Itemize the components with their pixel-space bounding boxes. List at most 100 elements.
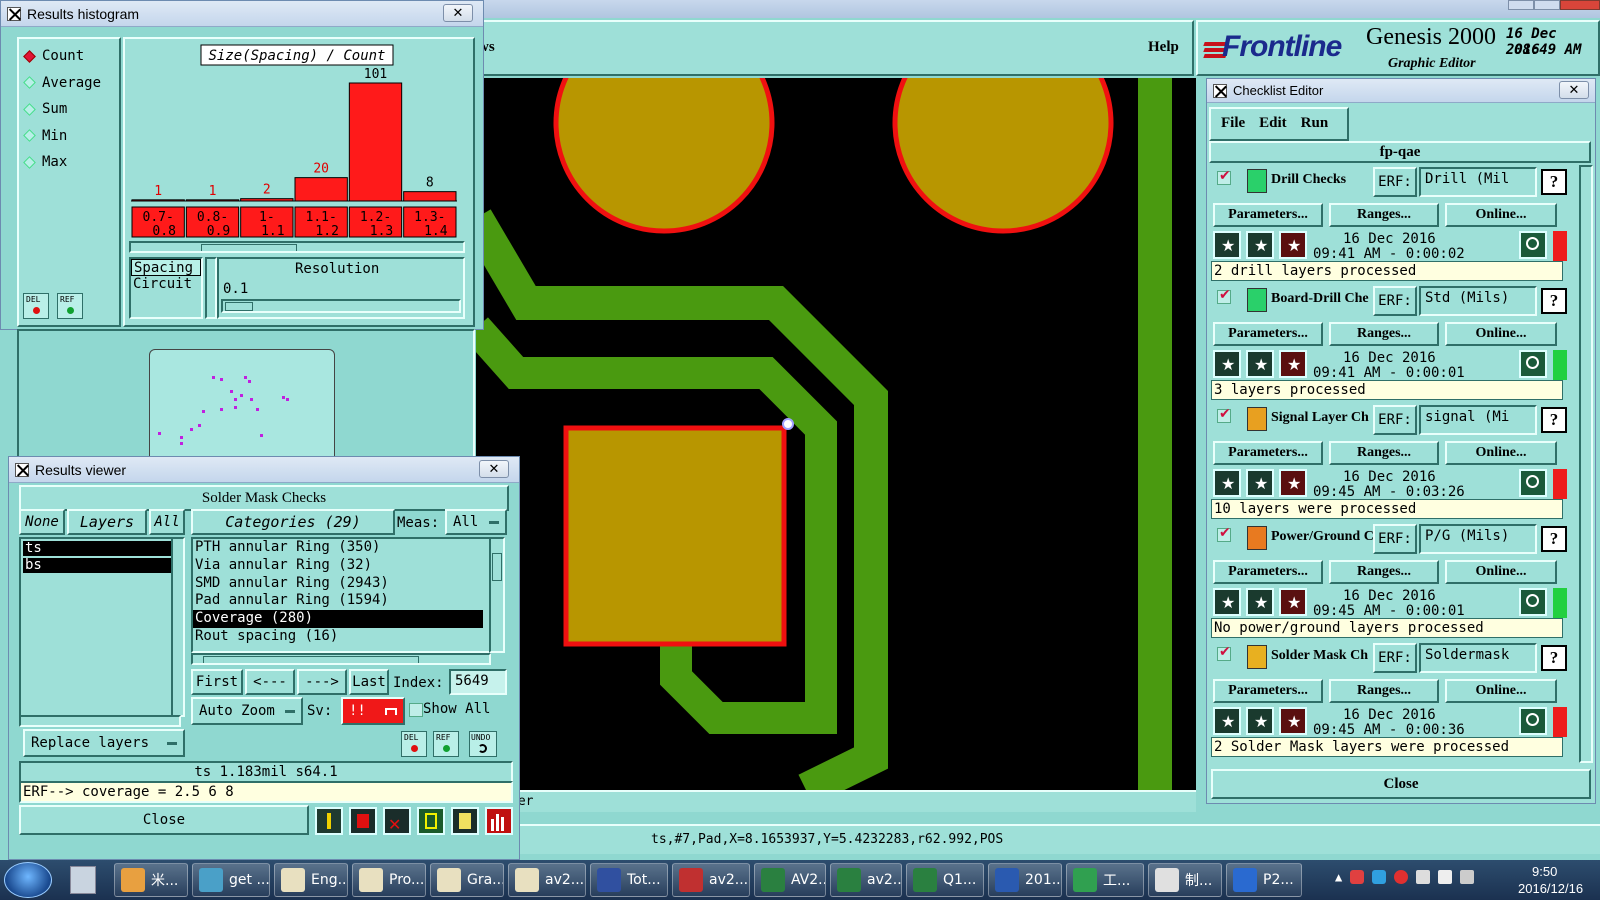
taskbar-button[interactable]: Gra... xyxy=(430,863,504,897)
graphic-canvas[interactable] xyxy=(476,78,1196,790)
attribute-item[interactable]: Circuit xyxy=(131,276,201,293)
check-help-button[interactable]: ? xyxy=(1541,288,1567,314)
menu-help[interactable]: Help xyxy=(1148,39,1179,56)
category-item[interactable]: Via annular Ring (32) xyxy=(193,557,483,575)
check-results-zoom-icon[interactable] xyxy=(1519,231,1547,259)
mode-option-sum[interactable]: Sum xyxy=(23,96,101,123)
check-ranges-button[interactable]: Ranges... xyxy=(1329,322,1439,346)
check-run-icon[interactable]: ★ xyxy=(1213,469,1241,497)
tray-volume-icon[interactable] xyxy=(1460,870,1475,884)
resolution-slider[interactable] xyxy=(221,299,461,313)
check-results-zoom-icon[interactable] xyxy=(1519,350,1547,378)
taskbar-button[interactable]: 201... xyxy=(988,863,1062,897)
taskbar-button[interactable]: 米... xyxy=(114,863,188,897)
check-stop-icon[interactable]: ★ xyxy=(1279,231,1307,259)
taskbar-button[interactable]: Tot... xyxy=(590,863,668,897)
mini-map[interactable] xyxy=(17,329,475,461)
check-enable-checkbox[interactable] xyxy=(1217,168,1231,185)
checklist-close-button[interactable]: Close xyxy=(1211,769,1591,799)
taskbar-button[interactable]: 工... xyxy=(1066,863,1144,897)
graph-tool-icon-1[interactable] xyxy=(315,807,343,835)
checklist-menu-file[interactable]: File xyxy=(1221,115,1245,132)
check-run-icon[interactable]: ★ xyxy=(1213,707,1241,735)
layer-item[interactable]: ts xyxy=(23,541,173,556)
calculator-pinned-icon[interactable] xyxy=(70,866,96,894)
viewer-undo-button[interactable]: UNDO xyxy=(469,731,497,757)
window-min-button[interactable] xyxy=(1508,0,1534,10)
category-item[interactable]: SMD annular Ring (2943) xyxy=(193,575,483,593)
taskbar-button[interactable]: Eng... xyxy=(274,863,348,897)
check-stop-icon[interactable]: ★ xyxy=(1279,707,1307,735)
check-online-button[interactable]: Online... xyxy=(1445,560,1557,584)
mode-option-average[interactable]: Average xyxy=(23,70,101,97)
taskbar-button[interactable]: Pro... xyxy=(352,863,426,897)
viewer-ref-button[interactable]: REF xyxy=(433,731,459,757)
check-run-icon[interactable]: ★ xyxy=(1213,350,1241,378)
erf-value[interactable]: Soldermask xyxy=(1419,643,1537,673)
check-name[interactable]: Power/Ground C xyxy=(1271,529,1377,545)
check-name[interactable]: Solder Mask Ch xyxy=(1271,648,1377,664)
histogram-bar[interactable] xyxy=(403,191,457,202)
tray-app-icon-1[interactable] xyxy=(1350,870,1365,884)
category-item[interactable]: Pad annular Ring (1594) xyxy=(193,592,483,610)
nav-next-button[interactable]: ---> xyxy=(297,669,347,695)
check-run-icon[interactable]: ★ xyxy=(1213,588,1241,616)
check-enable-checkbox[interactable] xyxy=(1217,406,1231,423)
category-list-vscroll[interactable] xyxy=(489,537,505,653)
attribute-list-scrollbar[interactable] xyxy=(205,257,217,319)
viewer-close-x-button[interactable]: ✕ xyxy=(479,460,509,478)
tray-flag-icon[interactable] xyxy=(1438,870,1453,884)
mode-option-min[interactable]: Min xyxy=(23,123,101,150)
viewer-del-button[interactable]: DEL xyxy=(401,731,427,757)
category-list[interactable]: PTH annular Ring (350) Via annular Ring (… xyxy=(191,537,491,653)
check-help-button[interactable]: ? xyxy=(1541,169,1567,195)
check-online-button[interactable]: Online... xyxy=(1445,441,1557,465)
layers-all-button[interactable]: All xyxy=(149,509,185,535)
index-input[interactable]: 5649 xyxy=(449,669,507,695)
tray-network-icon[interactable] xyxy=(1416,870,1431,884)
graph-tool-icon-2[interactable] xyxy=(349,807,377,835)
nav-first-button[interactable]: First xyxy=(191,669,243,695)
taskbar-button[interactable]: 制... xyxy=(1148,863,1222,897)
histogram-tool-icon[interactable] xyxy=(485,807,513,835)
check-enable-checkbox[interactable] xyxy=(1217,287,1231,304)
check-params-button[interactable]: Parameters... xyxy=(1213,322,1323,346)
erf-value[interactable]: signal (Mi xyxy=(1419,405,1537,435)
tray-app-icon-3[interactable] xyxy=(1394,870,1409,884)
taskbar-button[interactable]: av2... xyxy=(508,863,586,897)
replace-layers-select[interactable]: Replace layers xyxy=(23,729,185,757)
check-params-button[interactable]: Parameters... xyxy=(1213,203,1323,227)
viewer-close-button[interactable]: Close xyxy=(19,805,309,835)
categories-button[interactable]: Categories (29) xyxy=(191,509,395,535)
checklist-menu-run[interactable]: Run xyxy=(1301,115,1329,132)
check-step-icon[interactable]: ★ xyxy=(1246,588,1274,616)
check-run-icon[interactable]: ★ xyxy=(1213,231,1241,259)
histogram-close-button[interactable]: ✕ xyxy=(443,4,473,22)
taskbar-button[interactable]: av2... xyxy=(830,863,902,897)
window-max-button[interactable] xyxy=(1534,0,1560,10)
check-results-zoom-icon[interactable] xyxy=(1519,469,1547,497)
histogram-del-button[interactable]: DEL xyxy=(23,293,49,319)
check-params-button[interactable]: Parameters... xyxy=(1213,560,1323,584)
check-stop-icon[interactable]: ★ xyxy=(1279,588,1307,616)
chart-hscroll[interactable] xyxy=(129,241,465,253)
erf-value[interactable]: Std (Mils) xyxy=(1419,286,1537,316)
check-help-button[interactable]: ? xyxy=(1541,526,1567,552)
erf-value[interactable]: Drill (Mil xyxy=(1419,167,1537,197)
check-params-button[interactable]: Parameters... xyxy=(1213,679,1323,703)
histogram-bar[interactable] xyxy=(294,177,348,202)
check-step-icon[interactable]: ★ xyxy=(1246,350,1274,378)
check-stop-icon[interactable]: ★ xyxy=(1279,350,1307,378)
graph-tool-icon-3[interactable]: ✕ xyxy=(383,807,411,835)
mode-option-max[interactable]: Max xyxy=(23,149,101,176)
attribute-item[interactable]: Spacing xyxy=(131,259,201,276)
check-stop-icon[interactable]: ★ xyxy=(1279,469,1307,497)
check-online-button[interactable]: Online... xyxy=(1445,679,1557,703)
layer-item[interactable]: bs xyxy=(23,558,173,573)
check-results-zoom-icon[interactable] xyxy=(1519,588,1547,616)
attribute-list[interactable]: Spacing Circuit xyxy=(129,257,203,319)
checklist-vscroll[interactable] xyxy=(1579,165,1593,763)
clock-date[interactable]: 2016/12/16 xyxy=(1518,881,1583,896)
severity-select[interactable]: !! xyxy=(341,697,405,725)
checklist-menu-edit[interactable]: Edit xyxy=(1259,115,1287,132)
